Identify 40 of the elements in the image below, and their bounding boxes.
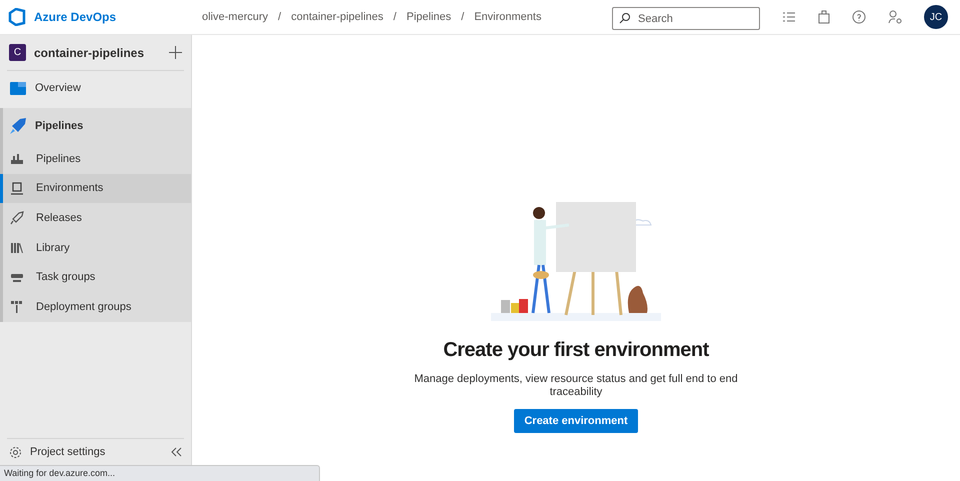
- empty-state-title: Create your first environment: [443, 338, 709, 363]
- user-avatar[interactable]: JC: [924, 5, 948, 29]
- help-icon[interactable]: [852, 10, 866, 24]
- breadcrumb-link[interactable]: Pipelines: [406, 8, 452, 26]
- status-bar: Waiting for dev.azure.com...: [0, 465, 320, 481]
- user-settings-icon[interactable]: [888, 10, 902, 24]
- books-icon: [10, 240, 24, 255]
- shopping-bag-icon[interactable]: [818, 10, 830, 24]
- overview-icon: [9, 79, 27, 97]
- nav-item[interactable]: Environments: [3, 174, 191, 204]
- search-icon: [619, 12, 631, 24]
- create-environment-button[interactable]: Create environment: [514, 409, 638, 433]
- breadcrumb-link[interactable]: container-pipelines: [291, 8, 384, 26]
- pipeline-icon: [10, 152, 24, 166]
- breadcrumb-separator: /: [461, 10, 464, 25]
- nav-item[interactable]: Task groups: [3, 262, 191, 292]
- plus-icon[interactable]: [169, 46, 182, 59]
- deployment-group-icon: [10, 300, 24, 314]
- list-icon[interactable]: [782, 11, 796, 23]
- project-settings-link[interactable]: Project settings: [30, 444, 106, 460]
- nav-item[interactable]: Pipelines: [3, 108, 191, 144]
- project-badge: C: [9, 44, 26, 61]
- collapse-icon[interactable]: [170, 447, 182, 457]
- monitor-icon: [10, 182, 24, 196]
- nav-item[interactable]: Overview: [0, 71, 191, 105]
- breadcrumb-link[interactable]: olive-mercury: [202, 8, 268, 26]
- brand-name[interactable]: Azure DevOps: [34, 8, 116, 26]
- project-name[interactable]: container-pipelines: [34, 44, 144, 62]
- breadcrumb-link[interactable]: Environments: [474, 8, 542, 26]
- nav-item[interactable]: Deployment groups: [3, 292, 191, 322]
- nav-item[interactable]: Releases: [3, 203, 191, 234]
- search-field[interactable]: Search: [612, 7, 760, 30]
- breadcrumb-separator: /: [393, 10, 396, 25]
- rocket-icon: [9, 117, 27, 135]
- breadcrumb-separator: /: [278, 10, 282, 25]
- nav-item[interactable]: Library: [3, 233, 191, 263]
- rocket-icon: [10, 211, 24, 226]
- empty-state-description: Manage deployments, view resource status and get full end to end traceability: [413, 373, 739, 399]
- nav-item[interactable]: Pipelines: [3, 144, 191, 174]
- gear-icon: [9, 446, 22, 458]
